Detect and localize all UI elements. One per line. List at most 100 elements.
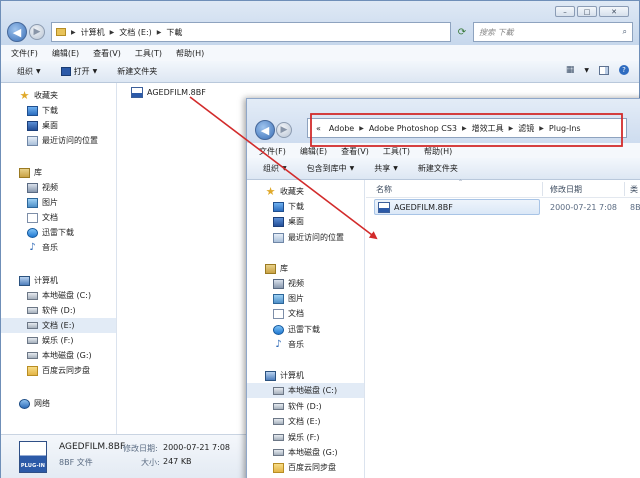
nav-downloads[interactable]: 下载	[1, 103, 116, 118]
nav-computer[interactable]: 计算机	[1, 273, 116, 288]
column-divider[interactable]	[542, 182, 543, 196]
chevron-right-icon: ▶	[156, 28, 162, 36]
pictures-library-icon	[273, 293, 284, 304]
nav-recent[interactable]: 最近访问的位置	[247, 230, 364, 245]
column-date-modified[interactable]: 修改日期	[550, 184, 582, 195]
nav-music[interactable]: ♪ 音乐	[1, 240, 116, 255]
navigation-pane: ★ 收藏夹 下载 桌面 最近访问的位置 库 视频 图片 文档 迅雷下载 ♪ 音乐 计…	[1, 83, 117, 434]
breadcrumb-filters[interactable]: 滤镜	[514, 123, 538, 134]
nav-videos[interactable]: 视频	[247, 276, 364, 291]
chevron-down-icon[interactable]: ▼	[584, 67, 589, 74]
thunder-download-icon	[27, 227, 38, 238]
forward-button[interactable]: ▶	[29, 24, 45, 40]
nav-videos[interactable]: 视频	[1, 180, 116, 195]
menu-view[interactable]: 查看(V)	[93, 48, 121, 59]
view-options-icon[interactable]: ▦	[566, 65, 575, 75]
menu-edit[interactable]: 编辑(E)	[300, 146, 327, 157]
include-in-library-button[interactable]: 包含到库中 ▼	[307, 163, 355, 174]
nav-drive-e[interactable]: 文档 (E:)	[1, 318, 116, 333]
menu-help[interactable]: 帮助(H)	[176, 48, 204, 59]
close-button[interactable]: ✕	[599, 6, 629, 17]
nav-drive-d[interactable]: 软件 (D:)	[1, 303, 116, 318]
nav-drive-c[interactable]: 本地磁盘 (C:)	[1, 288, 116, 303]
search-icon: ⌕	[622, 27, 627, 36]
column-divider[interactable]	[624, 182, 625, 196]
organize-button[interactable]: 组织 ▼	[17, 66, 41, 77]
nav-thunder[interactable]: 迅雷下载	[1, 225, 116, 240]
refresh-icon[interactable]: ⟳	[453, 22, 471, 42]
nav-thunder[interactable]: 迅雷下载	[247, 322, 364, 337]
nav-desktop[interactable]: 桌面	[247, 214, 364, 229]
breadcrumb-plug-ins[interactable]: Plug-Ins	[545, 124, 585, 133]
nav-drive-d[interactable]: 软件 (D:)	[247, 399, 364, 414]
nav-network[interactable]: 网络	[1, 396, 116, 411]
menu-tools[interactable]: 工具(T)	[383, 146, 410, 157]
nav-desktop[interactable]: 桌面	[1, 118, 116, 133]
menu-tools[interactable]: 工具(T)	[135, 48, 162, 59]
nav-drive-g[interactable]: 本地磁盘 (G:)	[1, 348, 116, 363]
address-bar[interactable]: « Adobe ▶ Adobe Photoshop CS3 ▶ 增效工具 ▶ 滤…	[307, 118, 627, 138]
nav-libraries[interactable]: 库	[1, 165, 116, 180]
table-row[interactable]: AGEDFILM.8BF	[374, 199, 540, 215]
breadcrumb-plugins-cn[interactable]: 增效工具	[468, 123, 508, 134]
sync-folder-icon	[27, 365, 38, 376]
nav-libraries[interactable]: 库	[247, 261, 364, 276]
breadcrumb-downloads[interactable]: 下載	[162, 27, 186, 38]
menu-file[interactable]: 文件(F)	[11, 48, 38, 59]
forward-button[interactable]: ▶	[276, 122, 292, 138]
breadcrumb-adobe[interactable]: Adobe	[325, 124, 358, 133]
minimize-button[interactable]: –	[555, 6, 575, 17]
network-icon	[19, 398, 30, 409]
share-button[interactable]: 共享 ▼	[374, 163, 398, 174]
nav-drive-c[interactable]: 本地磁盘 (C:)	[247, 383, 364, 398]
address-bar[interactable]: ▶ 计算机 ▶ 文档 (E:) ▶ 下載	[51, 22, 451, 42]
menu-help[interactable]: 帮助(H)	[424, 146, 452, 157]
menu-bar: 文件(F) 编辑(E) 查看(V) 工具(T) 帮助(H)	[1, 45, 639, 61]
plugin-file-icon: PLUG-IN	[19, 441, 47, 473]
preview-pane-icon[interactable]	[599, 65, 609, 75]
open-button[interactable]: 打开 ▼	[60, 66, 97, 77]
system-drive-icon	[27, 291, 38, 300]
breadcrumb-photoshop-cs3[interactable]: Adobe Photoshop CS3	[365, 124, 461, 133]
column-type[interactable]: 类	[630, 184, 638, 195]
chevron-right-icon: ▶	[71, 28, 76, 36]
pictures-library-icon	[27, 197, 38, 208]
menu-edit[interactable]: 编辑(E)	[52, 48, 79, 59]
search-input[interactable]: 搜索 下載 ⌕	[473, 22, 633, 42]
drive-icon	[273, 418, 284, 425]
menu-file[interactable]: 文件(F)	[259, 146, 286, 157]
nav-drive-g[interactable]: 本地磁盘 (G:)	[247, 445, 364, 460]
plugin-file-icon	[131, 86, 143, 98]
drive-icon	[27, 322, 38, 329]
help-icon[interactable]: ?	[619, 65, 629, 75]
list-item[interactable]: AGEDFILM.8BF	[128, 84, 209, 100]
column-name[interactable]: 名称	[376, 184, 392, 195]
menu-view[interactable]: 查看(V)	[341, 146, 369, 157]
drive-icon	[273, 449, 284, 456]
nav-documents[interactable]: 文档	[247, 306, 364, 321]
nav-drive-f[interactable]: 娱乐 (F:)	[247, 430, 364, 445]
back-button[interactable]: ◀	[255, 120, 275, 140]
nav-favorites[interactable]: ★ 收藏夹	[1, 88, 116, 103]
new-folder-button[interactable]: 新建文件夹	[117, 66, 157, 77]
breadcrumb-drive-e[interactable]: 文档 (E:)	[115, 27, 156, 38]
nav-baidu-sync[interactable]: 百度云同步盘	[1, 363, 116, 378]
command-bar: 组织 ▼ 打开 ▼ 新建文件夹 ▦ ▼ ?	[1, 61, 639, 83]
breadcrumb-computer[interactable]: 计算机	[77, 27, 109, 38]
breadcrumb-overflow[interactable]: «	[312, 124, 325, 133]
organize-button[interactable]: 组织 ▼	[263, 163, 287, 174]
back-button[interactable]: ◀	[7, 22, 27, 42]
nav-computer[interactable]: 计算机	[247, 368, 364, 383]
nav-favorites[interactable]: ★ 收藏夹	[247, 184, 364, 199]
nav-documents[interactable]: 文档	[1, 210, 116, 225]
nav-pictures[interactable]: 图片	[247, 291, 364, 306]
nav-recent[interactable]: 最近访问的位置	[1, 133, 116, 148]
nav-baidu-sync[interactable]: 百度云同步盘	[247, 460, 364, 475]
maximize-button[interactable]: □	[577, 6, 597, 17]
nav-drive-f[interactable]: 娱乐 (F:)	[1, 333, 116, 348]
nav-drive-e[interactable]: 文档 (E:)	[247, 414, 364, 429]
nav-pictures[interactable]: 图片	[1, 195, 116, 210]
new-folder-button[interactable]: 新建文件夹	[418, 163, 458, 174]
nav-downloads[interactable]: 下载	[247, 199, 364, 214]
nav-music[interactable]: ♪ 音乐	[247, 337, 364, 352]
